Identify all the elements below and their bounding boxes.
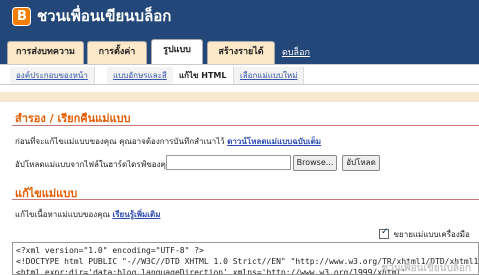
blogger-logo-icon: B [12, 7, 31, 26]
tab-settings[interactable]: การตั้งค่า [87, 41, 147, 64]
expand-widgets-checkbox[interactable] [379, 227, 389, 239]
expand-widgets-label: ขยายแม่แบบเครื่องมือ [393, 230, 470, 239]
dashboard-link[interactable]: ดบล็อก [282, 45, 310, 59]
backup-description-text: ก่อนที่จะแก้ไขแม่แบบของคุณ คุณอาจต้องการ… [15, 137, 225, 146]
subtab-page-elements[interactable]: องค์ประกอบของหน้า [10, 67, 95, 84]
subtab-edit-html[interactable]: แก้ไข HTML [173, 67, 234, 84]
upload-label: อัปโหลดแม่แบบจากไฟล์ในฮาร์ดไดรฟ์ของคุณ: [15, 160, 176, 169]
code-line: <?xml version="1.0" encoding="UTF-8" ?> [16, 246, 204, 255]
blog-title: ชวนเพื่อนเขียนบล็อก [37, 7, 172, 25]
tab-monetize[interactable]: สร้างรายได้ [207, 41, 275, 64]
edit-description: แก้ไขเนื้อหาแม่แบบของคุณ เรียนรู้เพิ่มเต… [15, 208, 160, 221]
watermark: ชวนเพื่อนเขียนบล็อก [381, 263, 471, 274]
header-bar: B ชวนเพื่อนเขียนบล็อก การส่งบทความ การตั… [0, 0, 479, 65]
expand-widgets-row: ขยายแม่แบบเครื่องมือ [379, 227, 470, 241]
edit-divider [12, 199, 479, 200]
browse-button[interactable]: Browse... [293, 155, 337, 171]
subtab-pick-template[interactable]: เลือกแม่แบบใหม่ [234, 67, 305, 84]
tab-layout[interactable]: รูปแบบ [151, 39, 203, 65]
backup-divider [12, 125, 479, 126]
download-template-link[interactable]: ดาวน์โหลดแม่แบบฉบับเต็ม [227, 137, 321, 146]
learn-more-link[interactable]: เรียนรู้เพิ่มเติม [113, 210, 161, 219]
sub-tabs: องค์ประกอบของหน้า แบบอักษรและสี แก้ไข HT… [0, 64, 479, 85]
section-separator [0, 92, 479, 102]
file-path-input[interactable] [166, 155, 291, 170]
edit-description-text: แก้ไขเนื้อหาแม่แบบของคุณ [15, 210, 110, 219]
main-tabs: การส่งบทความ การตั้งค่า รูปแบบ สร้างรายไ… [0, 39, 479, 65]
upload-button[interactable]: อัปโหลด [342, 155, 380, 171]
subtab-fonts-colors[interactable]: แบบอักษรและสี [107, 67, 174, 84]
backup-description: ก่อนที่จะแก้ไขแม่แบบของคุณ คุณอาจต้องการ… [15, 135, 321, 148]
tab-posting[interactable]: การส่งบทความ [7, 41, 84, 64]
